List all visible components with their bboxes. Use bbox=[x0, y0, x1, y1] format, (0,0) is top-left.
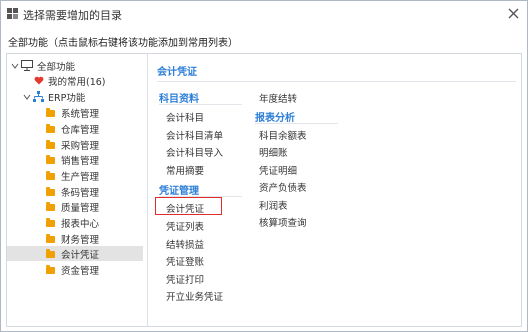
tree-item-funds[interactable]: 资金管理 bbox=[7, 262, 146, 277]
link-common-summary[interactable]: 常用摘要 bbox=[166, 163, 204, 177]
tree-item-label: 条码管理 bbox=[61, 187, 100, 199]
folder-icon bbox=[46, 171, 55, 180]
title-bar: 选择需要增加的目录 bbox=[1, 1, 527, 27]
chevron-down-icon[interactable] bbox=[23, 93, 31, 101]
section-heading-reports: 报表分析 bbox=[255, 113, 295, 124]
link-voucher-detail[interactable]: 凭证明细 bbox=[259, 163, 297, 177]
folder-icon bbox=[46, 265, 55, 274]
tree-item-production[interactable]: 生产管理 bbox=[7, 168, 146, 183]
link-voucher-list[interactable]: 凭证列表 bbox=[166, 219, 204, 233]
section-heading-voucher: 凭证管理 bbox=[159, 186, 199, 197]
tree-item-label: 会计凭证 bbox=[61, 249, 100, 261]
tree-item-label: 财务管理 bbox=[61, 234, 100, 246]
tree-item-label: 质量管理 bbox=[61, 202, 100, 214]
tree-item-quality[interactable]: 质量管理 bbox=[7, 199, 146, 214]
folder-icon bbox=[46, 202, 55, 211]
dialog-window: 选择需要增加的目录 全部功能（点击鼠标右键将该功能添加到常用列表） 全部功能 我… bbox=[0, 0, 528, 332]
tree-item-finance[interactable]: 财务管理 bbox=[7, 231, 146, 246]
folder-icon bbox=[46, 124, 55, 133]
link-voucher-print[interactable]: 凭证打印 bbox=[166, 272, 204, 286]
link-ledger[interactable]: 明细账 bbox=[259, 145, 288, 159]
tree-favorites-label: 我的常用(16) bbox=[48, 76, 106, 88]
section-heading-subject: 科目资料 bbox=[159, 94, 199, 105]
content-area: 会计凭证 科目资料 会计科目 会计科目清单 会计科目导入 常用摘要 凭证管理 会… bbox=[148, 54, 521, 326]
tree-item-reports[interactable]: 报表中心 bbox=[7, 215, 146, 230]
folder-icon bbox=[46, 187, 55, 196]
org-chart-icon bbox=[33, 91, 44, 102]
main-panel: 全部功能 我的常用(16) ERP功能 系统管理 仓库管理 采购管理 销售管理 … bbox=[6, 53, 522, 327]
link-subject-list[interactable]: 会计科目清单 bbox=[166, 128, 223, 142]
tree-item-label: 生产管理 bbox=[61, 171, 100, 183]
tree-item-label: 系统管理 bbox=[61, 108, 100, 120]
folder-icon bbox=[46, 108, 55, 117]
link-annual-carryover[interactable]: 年度结转 bbox=[259, 91, 297, 105]
tree-item-label: 资金管理 bbox=[61, 265, 100, 277]
app-icon bbox=[7, 8, 18, 19]
link-balance-sheet[interactable]: 资产负债表 bbox=[259, 180, 307, 194]
section-divider bbox=[159, 104, 242, 105]
link-income-statement[interactable]: 利润表 bbox=[259, 198, 288, 212]
chevron-down-icon[interactable] bbox=[11, 62, 19, 70]
link-subject-import[interactable]: 会计科目导入 bbox=[166, 145, 223, 159]
tree-item-label: 采购管理 bbox=[61, 140, 100, 152]
tree-item-warehouse[interactable]: 仓库管理 bbox=[7, 121, 146, 136]
heart-icon bbox=[34, 76, 44, 85]
section-divider bbox=[255, 123, 338, 124]
folder-icon bbox=[46, 249, 55, 258]
tree-root[interactable]: 全部功能 bbox=[7, 58, 146, 73]
tree-root-label: 全部功能 bbox=[37, 61, 76, 73]
link-balance-sheet-subject[interactable]: 科目余额表 bbox=[259, 128, 307, 142]
folder-icon bbox=[46, 140, 55, 149]
content-title-divider bbox=[157, 81, 516, 82]
function-tree: 全部功能 我的常用(16) ERP功能 系统管理 仓库管理 采购管理 销售管理 … bbox=[7, 54, 146, 326]
tree-item-label: 销售管理 bbox=[61, 155, 100, 167]
link-voucher-posting[interactable]: 凭证登账 bbox=[166, 254, 204, 268]
close-icon[interactable] bbox=[507, 7, 520, 20]
tree-item-barcode[interactable]: 条码管理 bbox=[7, 184, 146, 199]
tree-item-purchase[interactable]: 采购管理 bbox=[7, 137, 146, 152]
tree-item-label: 报表中心 bbox=[61, 218, 100, 230]
instruction-text: 全部功能（点击鼠标右键将该功能添加到常用列表） bbox=[8, 38, 238, 49]
tree-item-favorites[interactable]: 我的常用(16) bbox=[7, 73, 146, 88]
folder-icon bbox=[46, 155, 55, 164]
content-title: 会计凭证 bbox=[157, 67, 197, 78]
folder-icon bbox=[46, 234, 55, 243]
folder-icon bbox=[46, 218, 55, 227]
window-title: 选择需要增加的目录 bbox=[23, 9, 122, 22]
tree-item-sales[interactable]: 销售管理 bbox=[7, 152, 146, 167]
link-item-query[interactable]: 核算项查询 bbox=[259, 215, 307, 229]
link-business-voucher[interactable]: 开立业务凭证 bbox=[166, 289, 223, 303]
link-transfer-pl[interactable]: 结转损益 bbox=[166, 237, 204, 251]
link-voucher[interactable]: 会计凭证 bbox=[166, 201, 204, 215]
tree-item-label: 仓库管理 bbox=[61, 124, 100, 136]
tree-item-voucher[interactable]: 会计凭证 bbox=[7, 246, 143, 261]
tree-erp-label: ERP功能 bbox=[48, 92, 86, 104]
tree-item-erp[interactable]: ERP功能 bbox=[7, 89, 146, 104]
tree-item-system[interactable]: 系统管理 bbox=[7, 105, 146, 120]
link-subject[interactable]: 会计科目 bbox=[166, 110, 204, 124]
monitor-icon bbox=[21, 60, 33, 71]
